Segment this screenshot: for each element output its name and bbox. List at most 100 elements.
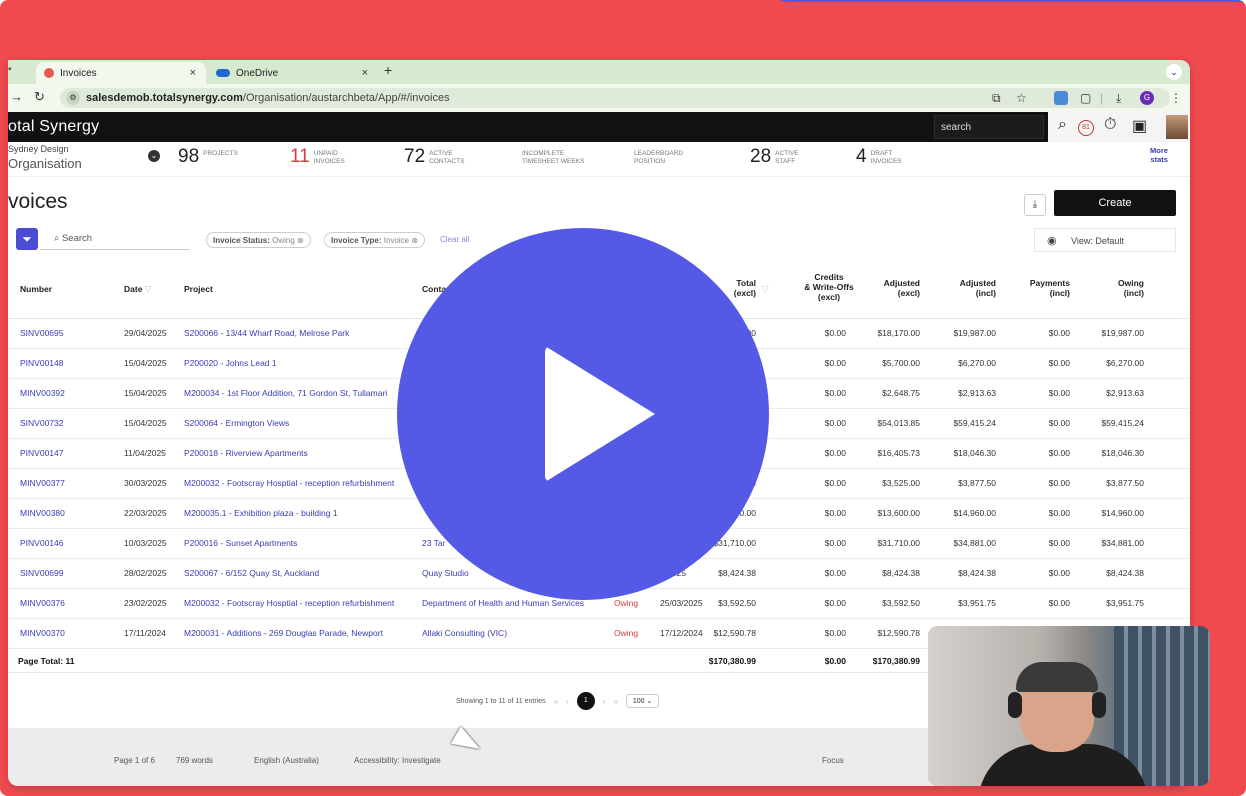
invoice-number-link[interactable]: MINV00370 (20, 628, 65, 638)
contact-link[interactable]: Department of Health and Human Services (422, 598, 584, 608)
site-info-icon[interactable]: ⚙ (66, 91, 80, 105)
status-language: English (Australia) (254, 756, 319, 765)
col-number[interactable]: Number (20, 284, 52, 294)
cast-icon[interactable]: ⧉ (992, 91, 1001, 106)
tab-label: OneDrive (236, 67, 279, 79)
filter-chip-type[interactable]: Invoice Type: Invoice ⊗ (324, 232, 426, 248)
next-page-icon[interactable]: › (603, 697, 606, 706)
prev-page-icon[interactable]: ‹ (566, 697, 569, 706)
invoice-number-link[interactable]: SINV00732 (20, 418, 63, 428)
invoice-number-link[interactable]: MINV00380 (20, 508, 65, 518)
focus-mode[interactable]: Focus (822, 756, 844, 765)
page-1-button[interactable]: 1 (576, 692, 595, 710)
org-name: Sydney Design (8, 144, 69, 154)
project-link[interactable]: P200016 - Sunset Apartments (184, 538, 297, 548)
project-link[interactable]: M200032 - Footscray Hosptial - reception… (184, 598, 394, 608)
tab-close-icon[interactable]: × (362, 67, 368, 79)
first-page-icon[interactable]: « (554, 697, 558, 706)
owing-incl: $3,877.50 (1106, 478, 1144, 488)
stat-unpaid-invoices[interactable]: 11 UNPAID INVOICES (290, 146, 345, 168)
invoice-date: 23/02/2025 (124, 598, 167, 608)
background-accent (770, 0, 1246, 2)
col-adjusted-excl[interactable]: Adjusted (excl) (868, 278, 920, 298)
per-page-select[interactable]: 100 ⌄ (625, 694, 660, 708)
owing-incl: $18,046.30 (1101, 448, 1144, 458)
col-adjusted-incl[interactable]: Adjusted (incl) (944, 278, 996, 298)
project-link[interactable]: S200066 - 13/44 Wharf Road, Melrose Park (184, 328, 349, 338)
reload-icon[interactable]: ↻ (34, 89, 45, 105)
extension-icon[interactable] (1054, 91, 1068, 105)
stat-projects[interactable]: 98 PROJECTS (178, 146, 238, 168)
create-button[interactable]: Create (1054, 190, 1176, 216)
invoice-number-link[interactable]: MINV00377 (20, 478, 65, 488)
project-link[interactable]: S200064 - Ermington Views (184, 418, 289, 428)
stat-leaderboard[interactable]: LEADERBOARD POSITION (634, 150, 683, 166)
stat-active-staff[interactable]: 28 ACTIVE STAFF (750, 146, 799, 168)
more-stats-link[interactable]: More stats (1150, 146, 1168, 164)
clear-all-filters-link[interactable]: Clear all (440, 235, 469, 244)
col-credits[interactable]: Credits & Write-Offs (excl) (784, 272, 874, 302)
invoice-number-link[interactable]: MINV00392 (20, 388, 65, 398)
project-link[interactable]: M200035.1 - Exhibition plaza - building … (184, 508, 338, 518)
video-play-button[interactable] (397, 228, 769, 600)
stat-active-contacts[interactable]: 72 ACTIVE CONTACTS (404, 146, 464, 168)
timer-icon[interactable]: ⏱ (1104, 116, 1116, 134)
col-date[interactable]: Date ▽ (124, 284, 151, 294)
bookmark-star-icon[interactable]: ☆ (1016, 91, 1027, 105)
profile-avatar[interactable]: G (1140, 91, 1154, 105)
calendar-icon[interactable]: ▣ (1132, 116, 1147, 136)
search-icon[interactable]: ⌕ (1058, 116, 1067, 134)
adjusted-excl: $54,013.85 (877, 418, 920, 428)
new-tab-button[interactable]: + (384, 62, 392, 78)
credits-excl: $0.00 (824, 538, 846, 548)
stat-incomplete-timesheets[interactable]: INCOMPLETE TIMESHEET WEEKS (522, 150, 584, 166)
tab-search-chevron-icon[interactable]: ⌄ (1166, 64, 1182, 80)
last-page-icon[interactable]: » (613, 697, 617, 706)
project-link[interactable]: M200031 - Additions - 269 Douglas Parade… (184, 628, 383, 638)
page-total-adjusted: $170,380.99 (872, 656, 920, 666)
contact-link[interactable]: 23 Tar (422, 538, 445, 548)
payments-incl: $0.00 (1048, 508, 1070, 518)
user-avatar[interactable] (1166, 115, 1188, 139)
project-link[interactable]: P200020 - Johns Lead 1 (184, 358, 277, 368)
payments-incl: $0.00 (1048, 358, 1070, 368)
invoice-number-link[interactable]: PINV00146 (20, 538, 63, 548)
stats-bar: Sydney Design Organisation ⌄ 98 PROJECTS… (8, 142, 1190, 177)
col-project[interactable]: Project (184, 284, 213, 294)
col-owing[interactable]: Owing (incl) (1098, 278, 1144, 298)
project-link[interactable]: M200032 - Footscray Hosptial - reception… (184, 478, 394, 488)
invoice-number-link[interactable]: SINV00699 (20, 568, 63, 578)
menu-kebab-icon[interactable]: ⋮ (1170, 91, 1182, 105)
view-selector[interactable]: ◉ View: Default (1034, 228, 1176, 252)
org-dropdown-icon[interactable]: ⌄ (148, 150, 160, 162)
export-download-button[interactable]: ⤓ (1024, 194, 1046, 216)
project-link[interactable]: P200018 - Riverview Apartments (184, 448, 308, 458)
stat-draft-invoices[interactable]: 4 DRAFT INVOICES (856, 146, 902, 168)
contact-link[interactable]: Allaki Consulting (VIC) (422, 628, 507, 638)
table-search-input[interactable]: ⌕ Search (40, 228, 190, 250)
brand-logo[interactable]: otal Synergy (8, 118, 99, 136)
filter-chip-status[interactable]: Invoice Status: Owing ⊗ (206, 232, 311, 248)
filter-funnel-icon[interactable]: ⏷ (16, 228, 38, 250)
invoice-number-link[interactable]: SINV00695 (20, 328, 63, 338)
forward-arrow-icon[interactable]: → (10, 89, 23, 104)
contact-link[interactable]: Quay Studio (422, 568, 469, 578)
project-link[interactable]: S200067 - 6/152 Quay St, Auckland (184, 568, 319, 578)
invoice-number-link[interactable]: MINV00376 (20, 598, 65, 608)
onedrive-cloud-icon (216, 69, 230, 77)
owing-incl: $19,987.00 (1101, 328, 1144, 338)
notifications-badge[interactable]: 81 (1078, 120, 1094, 136)
col-payments[interactable]: Payments (incl) (1016, 278, 1070, 298)
url-text[interactable]: salesdemob.totalsynergy.com/Organisation… (86, 92, 450, 104)
tab-close-icon[interactable]: × (190, 67, 196, 79)
sort-icon[interactable]: ▽ (762, 284, 769, 294)
global-search-input[interactable]: search (934, 115, 1044, 139)
invoice-number-link[interactable]: PINV00148 (20, 358, 63, 368)
tab-onedrive[interactable]: OneDrive × (208, 62, 378, 84)
pinned-tab[interactable]: ▪ (8, 64, 20, 80)
tab-invoices[interactable]: Invoices × (36, 62, 206, 84)
download-icon[interactable]: ⤓ (1116, 91, 1121, 106)
extensions-puzzle-icon[interactable]: ▢ (1080, 91, 1091, 105)
invoice-number-link[interactable]: PINV00147 (20, 448, 63, 458)
project-link[interactable]: M200034 - 1st Floor Addition, 71 Gordon … (184, 388, 387, 398)
